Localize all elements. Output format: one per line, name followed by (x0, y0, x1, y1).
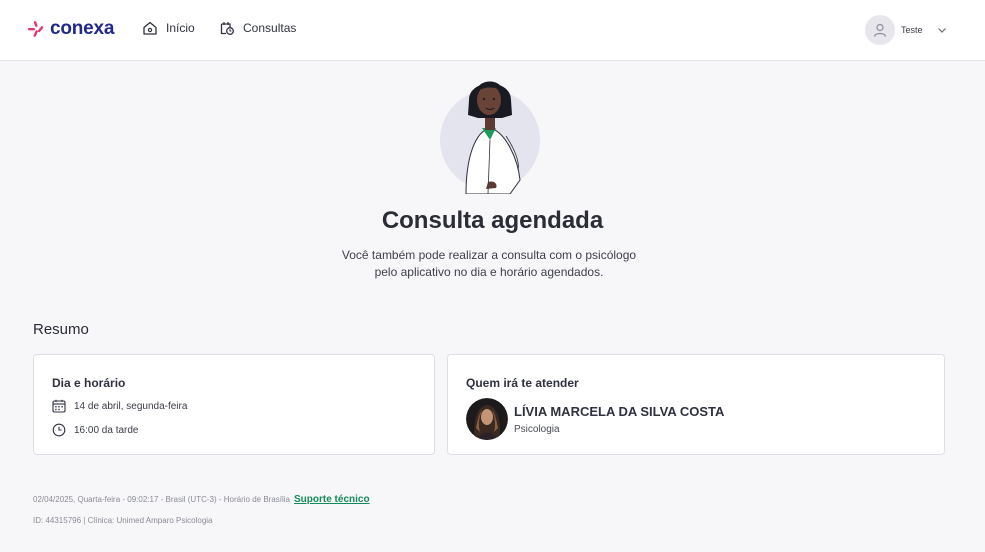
user-menu[interactable]: Teste (865, 15, 947, 45)
calendar-clock-icon (220, 22, 234, 35)
home-icon (143, 21, 157, 35)
nav-inicio-label: Início (166, 21, 195, 35)
schedule-card: Dia e horário 14 de abril, segunda-feira… (33, 354, 435, 455)
professional-name: LÍVIA MARCELA DA SILVA COSTA (514, 403, 725, 419)
user-icon (873, 23, 887, 37)
nav-consultas[interactable]: Consultas (219, 20, 296, 36)
page-title: Consulta agendada (381, 207, 604, 234)
footer-info: 02/04/2025, Quarta-feira - 09:02:17 - Br… (33, 494, 370, 505)
schedule-date: 14 de abril, segunda-feira (74, 400, 188, 412)
footer-datetime: 02/04/2025, Quarta-feira - 09:02:17 - Br… (33, 495, 290, 504)
professional-info: LÍVIA MARCELA DA SILVA COSTA Psicologia (466, 398, 724, 440)
psychologist-illustration (440, 81, 540, 194)
avatar (865, 15, 895, 45)
nav-inicio[interactable]: Início (142, 20, 195, 36)
schedule-time: 16:00 da tarde (74, 424, 139, 436)
professional-role: Psicologia (514, 423, 560, 435)
footer-id: ID: 44315796 | Clínica: Unimed Amparo Ps… (33, 516, 213, 525)
logo-text: conexa (50, 18, 115, 39)
resumo-title: Resumo (33, 321, 89, 338)
schedule-heading: Dia e horário (52, 376, 126, 390)
conexa-logo-mark-icon (28, 21, 44, 37)
clock-icon (52, 423, 66, 437)
chevron-down-icon[interactable] (937, 25, 947, 35)
calendar-icon (52, 399, 66, 413)
user-name: Teste (901, 25, 923, 35)
conexa-logo[interactable]: conexa (26, 19, 114, 39)
professional-text: LÍVIA MARCELA DA SILVA COSTA Psicologia (514, 404, 724, 435)
professional-heading: Quem irá te atender (466, 376, 579, 390)
professional-card: Quem irá te atender LÍVIA MARCELA DA SIL… (447, 354, 945, 455)
top-header: conexa Início Consultas Teste (0, 0, 985, 61)
nav-consultas-label: Consultas (243, 21, 297, 35)
schedule-date-row: 14 de abril, segunda-feira (52, 399, 187, 413)
page-subtitle: Você também pode realizar a consulta com… (341, 248, 637, 279)
schedule-time-row: 16:00 da tarde (52, 423, 139, 437)
professional-avatar (466, 398, 508, 440)
support-link[interactable]: Suporte técnico (294, 494, 370, 505)
